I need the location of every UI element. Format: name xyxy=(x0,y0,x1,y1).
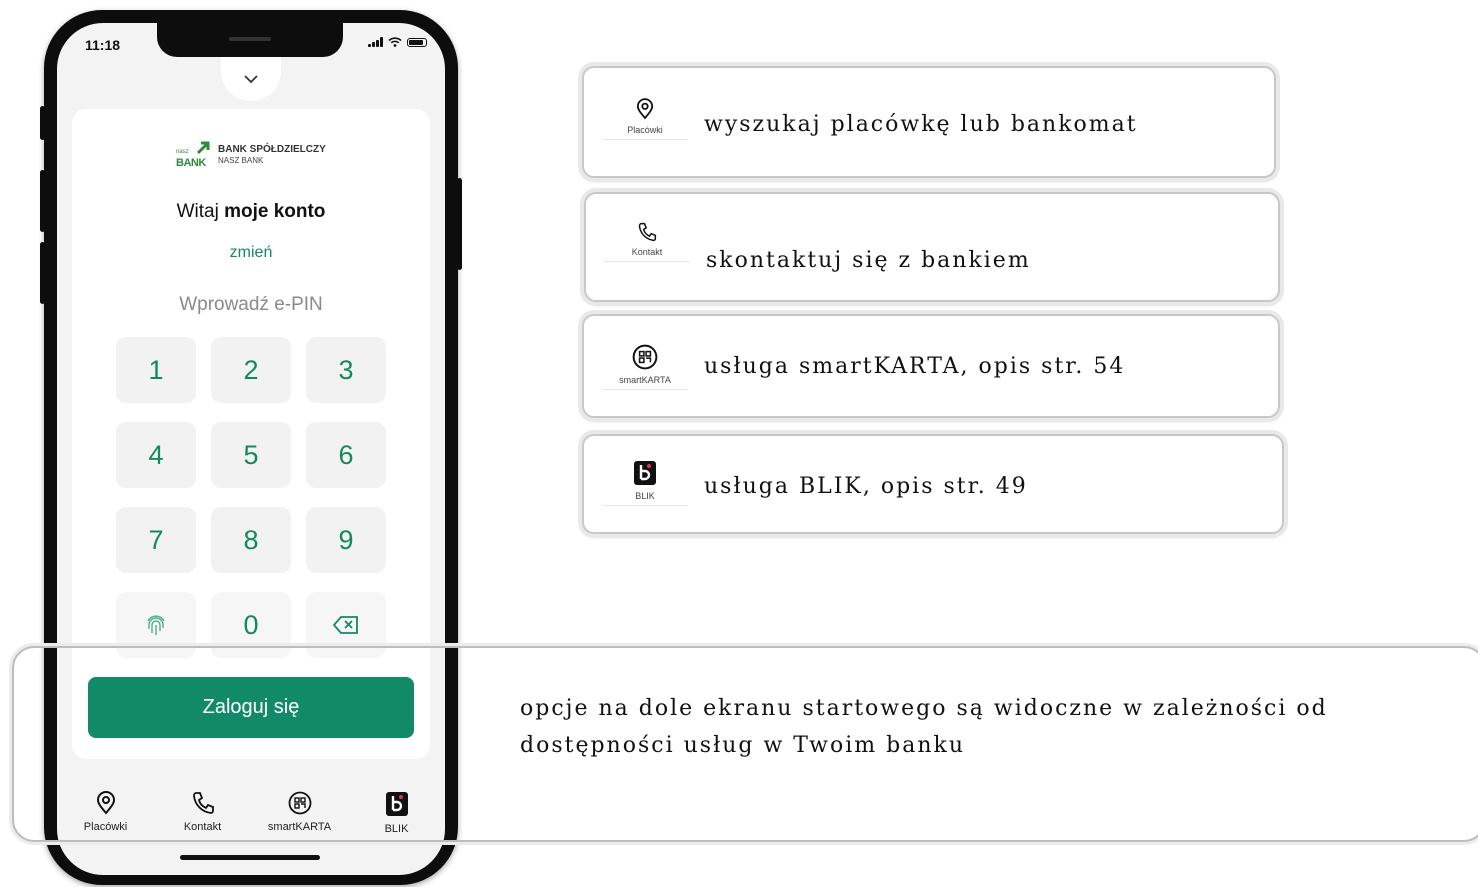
notch xyxy=(157,23,343,57)
callout-icon-blik: BLIK xyxy=(602,460,688,506)
welcome-regular: Witaj xyxy=(176,201,225,222)
phone-icon xyxy=(638,222,657,242)
volume-up-button xyxy=(40,170,45,232)
change-account-link[interactable]: zmień xyxy=(72,244,430,262)
callout-icon-label: smartKARTA xyxy=(602,375,688,390)
callout-placowki: Placówki wyszukaj placówkę lub bankomat xyxy=(582,66,1276,178)
key-9[interactable]: 9 xyxy=(306,507,386,573)
logo-brand-text: BANK xyxy=(176,157,206,169)
key-3[interactable]: 3 xyxy=(306,337,386,403)
logo-line2: NASZ BANK xyxy=(218,156,264,165)
callout-text: usługa smartKARTA, opis str. 54 xyxy=(704,354,1126,379)
pin-prompt: Wprowadź e-PIN xyxy=(179,294,323,315)
blik-icon xyxy=(634,461,656,485)
fingerprint-icon xyxy=(147,615,165,635)
battery-icon xyxy=(407,37,427,47)
callout-icon-label: Kontakt xyxy=(604,247,690,262)
callout-icon-placowki: Placówki xyxy=(602,98,688,140)
backspace-icon xyxy=(333,616,358,634)
status-icons xyxy=(368,37,427,47)
mute-switch xyxy=(40,106,45,140)
home-indicator xyxy=(180,855,320,860)
bottom-options-note: opcje na dole ekranu startowego są widoc… xyxy=(520,696,1328,758)
welcome-heading: Witaj moje konto xyxy=(72,201,430,223)
smartkarta-icon xyxy=(632,344,658,370)
callout-text: wyszukaj placówkę lub bankomat xyxy=(704,112,1138,137)
callout-text: usługa BLIK, opis str. 49 xyxy=(704,474,1028,499)
callout-icon-label: BLIK xyxy=(602,491,688,506)
callout-icon-label: Placówki xyxy=(602,125,688,140)
wifi-icon xyxy=(388,37,402,47)
callout-smartkarta: smartKARTA usługa smartKARTA, opis str. … xyxy=(582,314,1280,418)
chevron-down-icon xyxy=(244,75,258,84)
volume-down-button xyxy=(40,242,45,304)
collapse-chevron-button[interactable] xyxy=(221,57,281,101)
key-7[interactable]: 7 xyxy=(116,507,196,573)
logo-small-text: nasz xyxy=(176,149,189,155)
callout-blik: BLIK usługa BLIK, opis str. 49 xyxy=(582,434,1284,534)
power-button xyxy=(457,178,462,270)
key-8[interactable]: 8 xyxy=(211,507,291,573)
welcome-bold: moje konto xyxy=(224,201,326,222)
callout-icon-smartkarta: smartKARTA xyxy=(602,344,688,390)
callout-kontakt: Kontakt skontaktuj się z bankiem xyxy=(584,192,1280,302)
location-pin-icon xyxy=(636,98,654,120)
callout-text: skontaktuj się z bankiem xyxy=(706,248,1031,273)
logo-line1: BANK SPÓŁDZIELCZY xyxy=(218,144,326,155)
bank-logo: nasz BANK BANK SPÓŁDZIELCZY NASZ BANK xyxy=(176,141,326,169)
pin-keypad: 1 2 3 4 5 6 7 8 9 0 xyxy=(116,337,386,658)
key-1[interactable]: 1 xyxy=(116,337,196,403)
logo-arrow-icon xyxy=(196,141,210,155)
status-time: 11:18 xyxy=(85,37,121,53)
key-5[interactable]: 5 xyxy=(211,422,291,488)
key-4[interactable]: 4 xyxy=(116,422,196,488)
signal-icon xyxy=(368,37,383,47)
key-2[interactable]: 2 xyxy=(211,337,291,403)
key-6[interactable]: 6 xyxy=(306,422,386,488)
callout-icon-kontakt: Kontakt xyxy=(604,222,690,262)
